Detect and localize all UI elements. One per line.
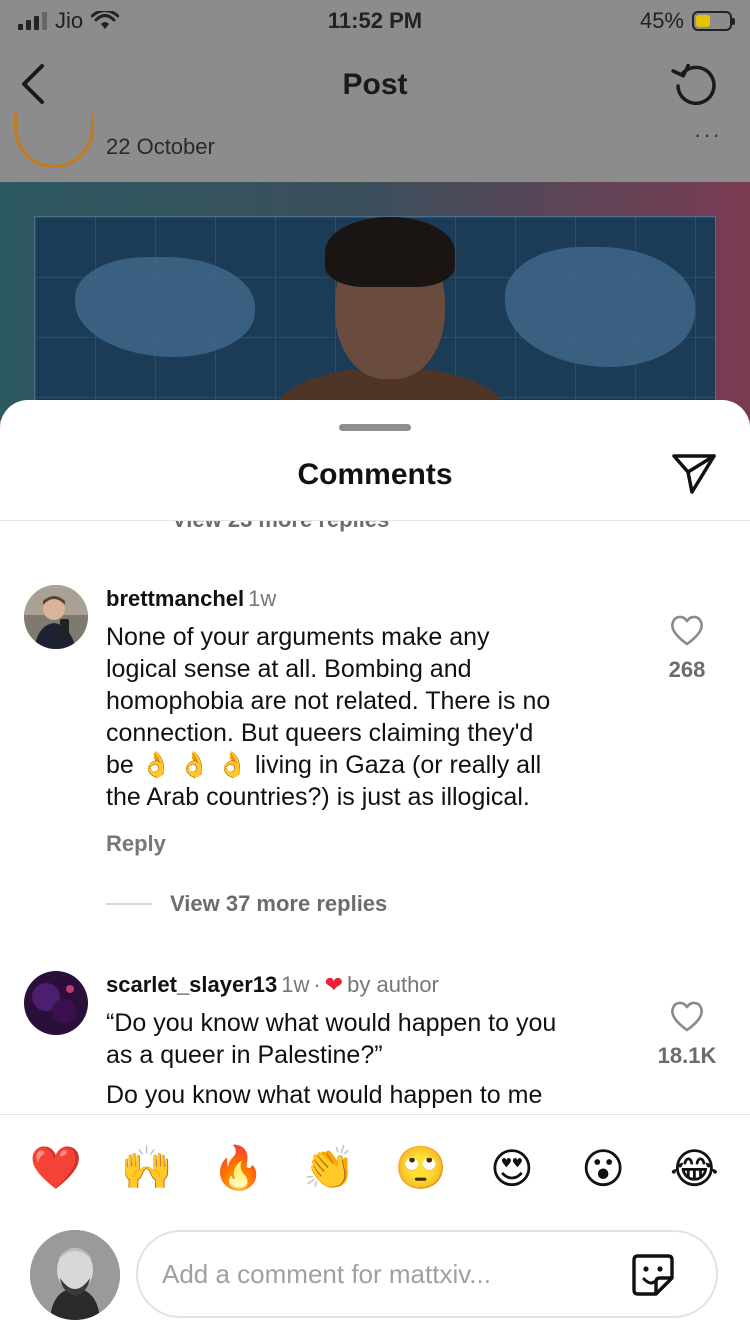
more-options-icon[interactable]: ··· <box>694 122 722 148</box>
sticker-icon[interactable] <box>630 1252 676 1298</box>
comment-line: connection. But queers claiming they'd <box>106 719 534 747</box>
avatar[interactable] <box>24 971 88 1035</box>
page-title: Post <box>342 68 408 101</box>
comment-header: scarlet_slayer13 1w · ❤ by author <box>106 971 646 999</box>
comment-line: “Do you know what would happen to you <box>106 1009 557 1037</box>
comment-username[interactable]: brettmanchel <box>106 586 244 611</box>
comment-username[interactable]: scarlet_slayer13 <box>106 972 277 997</box>
comment-body: scarlet_slayer13 1w · ❤ by author “Do you kn… <box>106 971 646 1111</box>
share-send-icon[interactable] <box>670 452 718 496</box>
like-count: 268 <box>668 657 706 682</box>
battery-icon <box>692 11 735 31</box>
comment-header: brettmanchel 1w <box>106 585 646 613</box>
battery-percent: 45% <box>639 8 684 33</box>
author-like-heart-icon: ❤ <box>324 972 344 997</box>
refresh-icon[interactable] <box>670 58 720 108</box>
post-meta-row: 22 October ··· <box>0 114 750 182</box>
status-left: Jio <box>18 8 120 34</box>
emoji-heart-button[interactable]: ❤️ <box>21 1134 91 1204</box>
comment-input[interactable] <box>162 1232 602 1316</box>
post-image-frame <box>34 216 716 420</box>
emoji-clapping-button[interactable]: 👏 <box>294 1134 364 1204</box>
view-more-replies-clipped[interactable]: View 23 more replies <box>172 521 389 533</box>
post-header: Post <box>0 42 750 128</box>
comment-line: as a queer in Palestine?” <box>106 1041 383 1069</box>
comments-sheet: Comments View 23 more replies brettman <box>0 400 750 1334</box>
emoji-reaction-bar: ❤️ 🙌 🔥 👏 🙄 😍 😮 😂 <box>0 1114 750 1222</box>
view-replies-label[interactable]: View 37 more replies <box>170 891 387 917</box>
current-user-avatar <box>30 1230 120 1320</box>
comment-time: 1w <box>281 972 310 997</box>
sheet-title: Comments <box>297 458 453 491</box>
like-column: 18.1K <box>654 999 720 1069</box>
replies-divider <box>106 903 152 905</box>
status-right: 45% <box>639 8 735 34</box>
emoji-raised-hands-button[interactable]: 🙌 <box>112 1134 182 1204</box>
comment-text: “Do you know what would happen to you as… <box>106 1007 646 1111</box>
view-more-replies[interactable]: View 37 more replies <box>106 891 387 917</box>
wifi-icon <box>91 11 120 29</box>
sheet-grabber[interactable] <box>339 424 411 431</box>
background-post-view: Jio 11:52 PM 45% Post 22 October ··· <box>0 0 750 420</box>
avatar[interactable] <box>24 585 88 649</box>
status-bar: Jio 11:52 PM 45% <box>0 0 750 42</box>
comment-line: homophobia are not related. There is no <box>106 687 551 715</box>
comment-text: None of your arguments make any logical … <box>106 621 646 813</box>
comment-line: None of your arguments make any <box>106 623 490 651</box>
emoji-eye-roll-button[interactable]: 🙄 <box>386 1134 456 1204</box>
post-image <box>0 182 750 420</box>
signal-icon <box>18 12 47 30</box>
separator-dot: · <box>313 972 321 997</box>
liked-by-author-label: by author <box>347 972 439 997</box>
emoji-surprised-button[interactable]: 😮 <box>568 1134 638 1204</box>
emoji-laughing-button[interactable]: 😂 <box>659 1134 729 1204</box>
post-author-avatar[interactable] <box>14 114 94 168</box>
comment-input-container <box>136 1230 718 1318</box>
comment-line: the Arab countries?) is just as illogica… <box>106 783 530 811</box>
like-count: 18.1K <box>657 1043 717 1068</box>
back-chevron-icon[interactable] <box>14 62 54 106</box>
like-column: 268 <box>654 613 720 683</box>
heart-outline-icon[interactable] <box>669 999 705 1033</box>
comment-line: Do you know what would happen to me <box>106 1081 543 1109</box>
comment-line: logical sense at all. Bombing and <box>106 655 472 683</box>
comment-line: be 👌 👌 👌 living in Gaza (or really all <box>106 751 542 779</box>
comment-input-row <box>0 1222 750 1334</box>
reply-button[interactable]: Reply <box>106 831 646 857</box>
emoji-heart-eyes-button[interactable]: 😍 <box>477 1134 547 1204</box>
comment-time: 1w <box>248 586 277 611</box>
post-date: 22 October <box>106 134 215 159</box>
heart-outline-icon[interactable] <box>669 613 705 647</box>
emoji-fire-button[interactable]: 🔥 <box>203 1134 273 1204</box>
carrier-label: Jio <box>55 8 84 33</box>
comments-list[interactable]: View 23 more replies brettmanchel1w N <box>0 521 750 1114</box>
comment-body: brettmanchel 1w None of your arguments ma… <box>106 585 646 857</box>
